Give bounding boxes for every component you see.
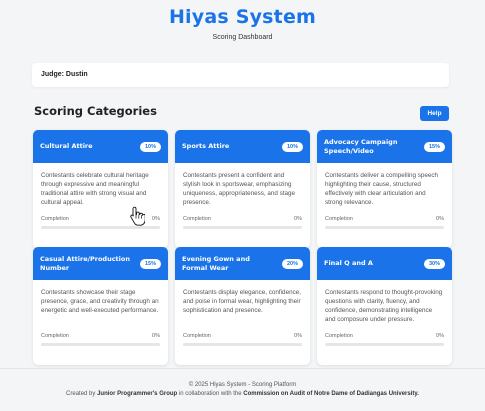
card-header: Sports Attire 10% — [175, 130, 310, 163]
copyright-text: © 2025 Hiyas System - Scoring Platform — [188, 382, 297, 388]
card-description: Contestants respond to thought-provoking… — [325, 289, 443, 323]
help-button[interactable]: Help — [420, 106, 449, 121]
credits-group: Junior Programmer's Group — [97, 391, 178, 397]
progress-bar — [41, 226, 160, 229]
category-card-casual-attire[interactable]: Casual Attire/Production Number 15% Cont… — [33, 247, 168, 365]
weight-badge: 15% — [139, 258, 161, 269]
card-header: Advocacy Campaign Speech/Video 15% — [317, 130, 452, 163]
section-title: Scoring Categories — [34, 104, 157, 118]
completion-value: 0% — [436, 333, 444, 339]
completion-label: Completion — [325, 216, 353, 222]
card-title: Sports Attire — [182, 142, 230, 150]
completion-row: Completion 0% — [183, 216, 302, 222]
credits-prefix: Created by — [66, 391, 98, 397]
category-card-sports-attire[interactable]: Sports Attire 10% Contestants present a … — [175, 130, 310, 248]
weight-badge: 15% — [423, 141, 445, 152]
card-header: Casual Attire/Production Number 15% — [33, 247, 168, 280]
app-title: Hiyas System — [168, 6, 317, 28]
card-title: Cultural Attire — [40, 142, 93, 150]
credits-org: Commission on Audit of Notre Dame of Dad… — [243, 391, 419, 397]
weight-badge: 10% — [281, 141, 303, 152]
card-title: Evening Gown and Formal Wear — [182, 254, 250, 272]
category-card-cultural-attire[interactable]: Cultural Attire 10% Contestants celebrat… — [33, 130, 168, 248]
credits-mid: in collaboration with the — [177, 391, 244, 397]
page-footer: © 2025 Hiyas System - Scoring Platform C… — [0, 368, 485, 399]
progress-bar — [325, 343, 444, 346]
card-header: Final Q and A 30% — [317, 247, 452, 280]
completion-row: Completion 0% — [325, 216, 444, 222]
section-header: Scoring Categories Help — [34, 104, 449, 121]
completion-row: Completion 0% — [183, 333, 302, 339]
weight-badge: 30% — [423, 258, 445, 269]
completion-value: 0% — [294, 216, 302, 222]
judge-info: Judge: Dustin — [32, 63, 449, 87]
card-description: Contestants deliver a compelling speech … — [325, 172, 439, 206]
page-subtitle: Scoring Dashboard — [212, 34, 273, 41]
card-description: Contestants present a confident and styl… — [183, 172, 296, 206]
progress-bar — [183, 226, 302, 229]
completion-label: Completion — [41, 216, 69, 222]
completion-label: Completion — [325, 333, 353, 339]
card-title: Advocacy Campaign Speech/Video — [324, 137, 398, 155]
card-header: Evening Gown and Formal Wear 20% — [175, 247, 310, 280]
completion-row: Completion 0% — [325, 333, 444, 339]
completion-value: 0% — [436, 216, 444, 222]
credits-text: Created by Junior Programmer's Group in … — [0, 390, 485, 399]
page-header: Hiyas System Scoring Dashboard — [0, 0, 485, 41]
progress-bar — [325, 226, 444, 229]
progress-bar — [41, 343, 160, 346]
completion-label: Completion — [183, 333, 211, 339]
card-description: Contestants showcase their stage presenc… — [41, 289, 159, 314]
completion-value: 0% — [294, 333, 302, 339]
card-title: Casual Attire/Production Number — [40, 254, 130, 272]
progress-bar — [183, 343, 302, 346]
card-title: Final Q and A — [324, 259, 373, 267]
card-description: Contestants celebrate cultural heritage … — [41, 172, 149, 206]
weight-badge: 20% — [281, 258, 303, 269]
completion-value: 0% — [152, 216, 160, 222]
completion-label: Completion — [41, 333, 69, 339]
card-description: Contestants display elegance, confidence… — [183, 289, 301, 314]
category-card-advocacy-campaign[interactable]: Advocacy Campaign Speech/Video 15% Conte… — [317, 130, 452, 248]
hand-pointer-icon — [130, 206, 145, 226]
category-card-evening-gown[interactable]: Evening Gown and Formal Wear 20% Contest… — [175, 247, 310, 365]
card-header: Cultural Attire 10% — [33, 130, 168, 163]
completion-value: 0% — [152, 333, 160, 339]
completion-row: Completion 0% — [41, 333, 160, 339]
weight-badge: 10% — [139, 141, 161, 152]
category-card-final-q-and-a[interactable]: Final Q and A 30% Contestants respond to… — [317, 247, 452, 365]
completion-label: Completion — [183, 216, 211, 222]
